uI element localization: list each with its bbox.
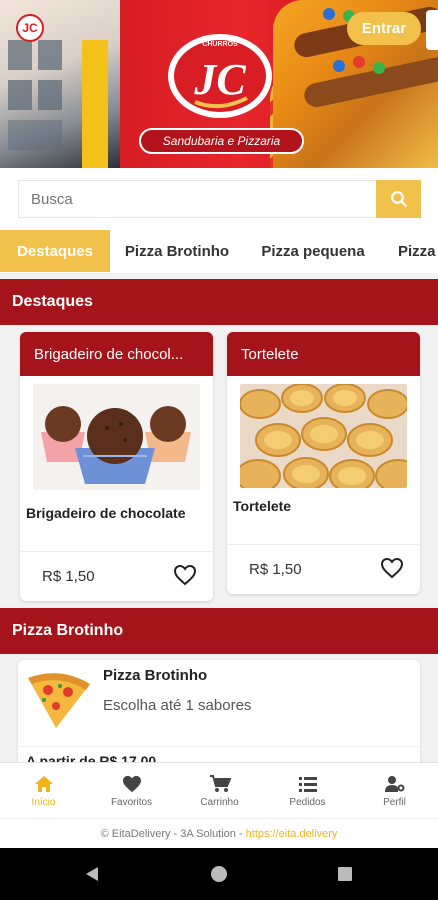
home-circle-icon[interactable] (210, 865, 228, 883)
product-price: R$ 1,50 (249, 561, 302, 578)
recents-icon[interactable] (337, 866, 353, 882)
nav-favoritos[interactable]: Favoritos (88, 763, 175, 819)
brigadeiro-image (33, 384, 200, 490)
product-name: Brigadeiro de chocolate (26, 505, 186, 521)
product-card[interactable]: Tortelete Tortelete R$ 1,50 (227, 332, 420, 594)
home-icon (34, 775, 53, 792)
footer-link[interactable]: https://eita.delivery (246, 828, 338, 840)
footer: © EitaDelivery - 3A Solution - https://e… (0, 818, 438, 848)
heart-icon[interactable] (173, 564, 197, 586)
product-price: R$ 1,50 (42, 568, 95, 585)
product-name: Tortelete (233, 498, 292, 514)
nav-carrinho[interactable]: Carrinho (176, 763, 263, 819)
card-title: Brigadeiro de chocol... (20, 332, 213, 376)
search-icon (390, 191, 407, 207)
nav-label: Carrinho (200, 796, 239, 808)
nav-label: Perfil (383, 796, 406, 808)
heart-icon (122, 775, 141, 792)
tab-pizza[interactable]: Pizza (388, 230, 438, 272)
nav-pedidos[interactable]: Pedidos (264, 763, 351, 819)
nav-inicio[interactable]: Início (0, 763, 87, 819)
card-title: Tortelete (227, 332, 420, 376)
small-logo: JC (16, 14, 44, 42)
heart-icon[interactable] (380, 557, 404, 579)
product-card[interactable]: Brigadeiro de chocol... Brigadeiro de ch… (20, 332, 213, 601)
bottom-navigation: Início Favoritos Carrinho Pedidos Perfil (0, 762, 438, 818)
list-icon (298, 776, 317, 792)
pizza-slice-icon (28, 673, 90, 728)
tab-pizza-brotinho[interactable]: Pizza Brotinho (112, 230, 242, 272)
search-input[interactable] (18, 180, 376, 218)
system-navigation-bar (0, 848, 438, 900)
brand-logo: CHURROS JC (168, 34, 272, 118)
section-title-destaques: Destaques (0, 279, 438, 325)
logo-text: JC (193, 55, 246, 104)
hero-banner: JC CHURROS JC Sandubaria e Pizzaria Entr… (0, 0, 438, 168)
item-name: Pizza Brotinho (103, 667, 208, 684)
back-icon[interactable] (83, 865, 101, 883)
tab-pizza-pequena[interactable]: Pizza pequena (248, 230, 378, 272)
cart-icon (209, 774, 231, 792)
item-description: Escolha até 1 sabores (103, 697, 252, 714)
footer-text: © EitaDelivery - 3A Solution - (100, 827, 243, 840)
nav-perfil[interactable]: Perfil (351, 763, 438, 819)
tagline: Sandubaria e Pizzaria (139, 128, 304, 154)
user-gear-icon (384, 775, 404, 792)
logo-top-text: CHURROS (202, 41, 238, 48)
search-button[interactable] (376, 180, 421, 218)
tab-destaques[interactable]: Destaques (0, 230, 110, 272)
nav-label: Favoritos (110, 796, 153, 808)
section-title-pizza-brotinho: Pizza Brotinho (0, 608, 438, 654)
category-tabs: Destaques Pizza Brotinho Pizza pequena P… (0, 230, 438, 274)
tortelete-image (240, 384, 407, 488)
list-item[interactable]: Pizza Brotinho Escolha até 1 sabores A p… (18, 660, 420, 770)
login-button[interactable]: Entrar (347, 12, 421, 45)
nav-label: Pedidos (289, 796, 326, 808)
nav-label: Início (31, 796, 56, 808)
